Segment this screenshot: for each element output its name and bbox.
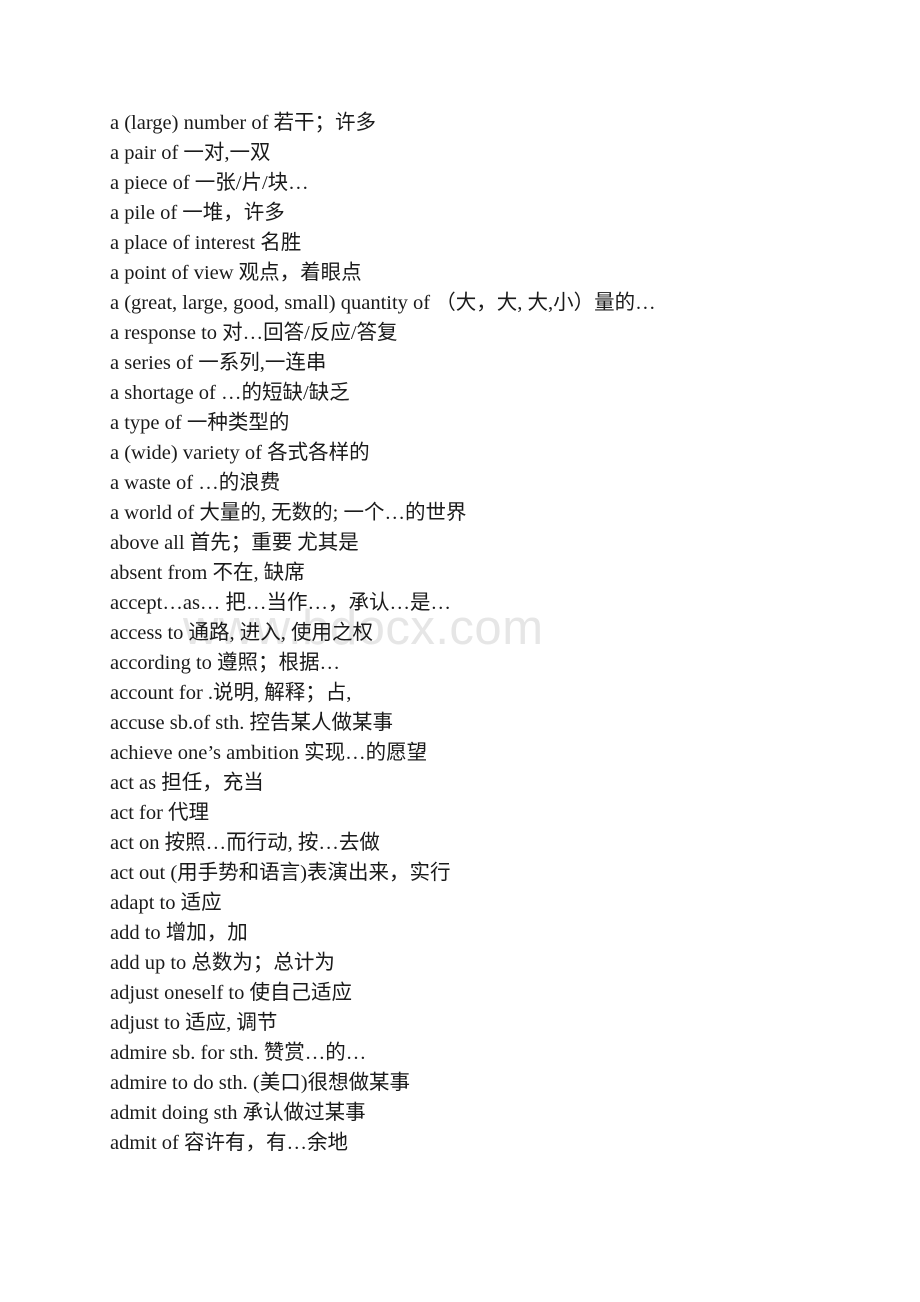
list-item: a piece of 一张/片/块… [110,172,309,194]
list-item: act for 代理 [110,802,210,824]
list-item: admire to do sth. (美口)很想做某事 [110,1072,411,1094]
list-item: a series of 一系列,一连串 [110,352,327,374]
list-item: add to 增加，加 [110,922,248,944]
list-item: add up to 总数为；总计为 [110,952,335,974]
list-item: accuse sb.of sth. 控告某人做某事 [110,712,393,734]
list-item: a waste of …的浪费 [110,472,281,494]
list-item: according to 遵照；根据… [110,652,341,674]
list-item: a point of view 观点，着眼点 [110,262,362,284]
list-item: achieve one’s ambition 实现…的愿望 [110,742,428,764]
list-item: a shortage of …的短缺/缺乏 [110,382,350,404]
list-item: a pile of 一堆，许多 [110,202,285,224]
list-item: a (great, large, good, small) quantity o… [110,292,656,314]
vocabulary-entry-list: a (large) number of 若干；许多 a pair of 一对,一… [110,108,890,1158]
list-item: accept…as… 把…当作…，承认…是… [110,592,452,614]
list-item: access to 通路, 进入, 使用之权 [110,622,374,644]
list-item: admire sb. for sth. 赞赏…的… [110,1042,367,1064]
list-item: a (large) number of 若干；许多 [110,112,377,134]
list-item: adjust to 适应, 调节 [110,1012,278,1034]
list-item: admit of 容许有，有…余地 [110,1132,349,1154]
list-item: a response to 对…回答/反应/答复 [110,322,398,344]
list-item: a world of 大量的, 无数的; 一个…的世界 [110,502,467,524]
list-item: admit doing sth 承认做过某事 [110,1102,366,1124]
list-item: act out (用手势和语言)表演出来，实行 [110,862,451,884]
list-item: a place of interest 名胜 [110,232,302,254]
list-item: act as 担任，充当 [110,772,264,794]
list-item: above all 首先；重要 尤其是 [110,532,359,554]
list-item: absent from 不在, 缺席 [110,562,305,584]
list-item: adapt to 适应 [110,892,222,914]
list-item: a type of 一种类型的 [110,412,290,434]
document-page: www.bdocx.com a (large) number of 若干；许多 … [0,0,920,1302]
list-item: adjust oneself to 使自己适应 [110,982,352,1004]
list-item: a pair of 一对,一双 [110,142,271,164]
list-item: act on 按照…而行动, 按…去做 [110,832,380,854]
list-item: a (wide) variety of 各式各样的 [110,442,370,464]
list-item: account for .说明, 解释；占, [110,682,352,704]
